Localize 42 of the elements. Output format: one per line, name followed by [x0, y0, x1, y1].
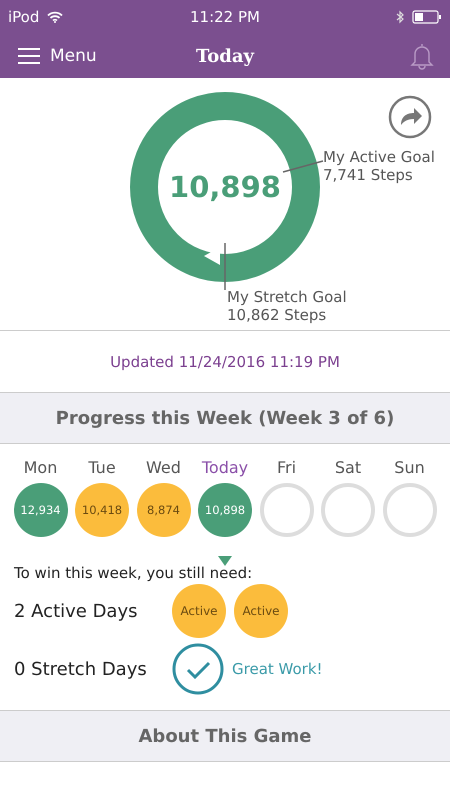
- empty-day-circle: [382, 483, 436, 537]
- need-intro: To win this week, you still need:: [14, 564, 254, 582]
- status-time: 11:22 PM: [190, 8, 260, 26]
- check-icon: [172, 643, 224, 695]
- day-label: Today: [202, 458, 248, 477]
- pointer-icon: [218, 556, 232, 566]
- day-label: Tue: [88, 458, 116, 477]
- day-steps[interactable]: 10,418: [75, 483, 129, 537]
- wifi-icon: [47, 11, 64, 23]
- bell-icon[interactable]: [410, 42, 434, 70]
- bluetooth-icon: [396, 10, 404, 24]
- menu-button[interactable]: Menu: [18, 46, 97, 66]
- section-header: Progress this Week (Week 3 of 6): [0, 393, 450, 444]
- goal-label: My Active Goal: [323, 148, 435, 166]
- carrier-name: iPod: [8, 8, 40, 26]
- goal-value: 7,741 Steps: [323, 166, 414, 184]
- day-label: Sat: [334, 458, 362, 477]
- day-steps[interactable]: 10,898: [198, 483, 252, 537]
- leader-line: [224, 243, 226, 290]
- day-steps[interactable]: 12,934: [14, 483, 68, 537]
- goal-label: My Stretch Goal: [227, 288, 347, 306]
- share-icon[interactable]: [388, 95, 432, 139]
- day-label: Wed: [146, 458, 181, 477]
- menu-icon: [18, 47, 40, 65]
- empty-day-circle: [321, 483, 375, 537]
- leader-line: [282, 160, 324, 173]
- day-label: Sun: [394, 458, 425, 477]
- day-label: Mon: [24, 458, 58, 477]
- empty-day-circle: [260, 483, 314, 537]
- need-label: 0 Stretch Days: [14, 658, 148, 680]
- updated-text: Updated 11/24/2016 11:19 PM: [110, 352, 340, 370]
- active-badge: Active: [234, 584, 288, 638]
- great-work-text: Great Work!: [232, 660, 323, 678]
- about-game-link[interactable]: About This Game: [0, 710, 450, 762]
- goal-value: 10,862 Steps: [227, 306, 328, 324]
- active-badge: Active: [172, 584, 226, 638]
- day-label: Fri: [276, 458, 296, 477]
- need-label: 2 Active Days: [14, 600, 138, 622]
- battery-icon: [412, 10, 442, 24]
- step-count: 10,898: [169, 170, 281, 204]
- page-title: Today: [196, 46, 254, 66]
- day-steps[interactable]: 8,874: [136, 483, 190, 537]
